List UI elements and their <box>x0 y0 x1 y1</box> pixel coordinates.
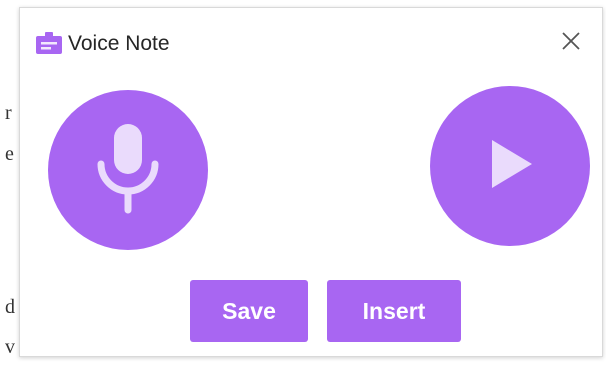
record-button[interactable] <box>48 90 208 250</box>
insert-button[interactable]: Insert <box>327 280 461 342</box>
voice-note-dialog: Voice Note Save Insert <box>19 7 603 357</box>
microphone-icon <box>88 118 168 223</box>
dialog-title: Voice Note <box>68 32 170 55</box>
close-button[interactable] <box>554 26 588 60</box>
background-text-fragment: r <box>5 102 12 124</box>
save-button[interactable]: Save <box>190 280 308 342</box>
dialog-titlebar: Voice Note <box>20 8 602 70</box>
play-icon <box>480 134 540 199</box>
screen: r e d v Voice Note Save Insert <box>0 0 606 365</box>
background-text-fragment: v <box>5 336 15 358</box>
background-text-fragment: d <box>5 296 15 318</box>
background-text-fragment: e <box>5 143 14 165</box>
voice-note-app-icon <box>36 32 62 54</box>
close-icon <box>561 31 581 56</box>
play-button[interactable] <box>430 86 590 246</box>
